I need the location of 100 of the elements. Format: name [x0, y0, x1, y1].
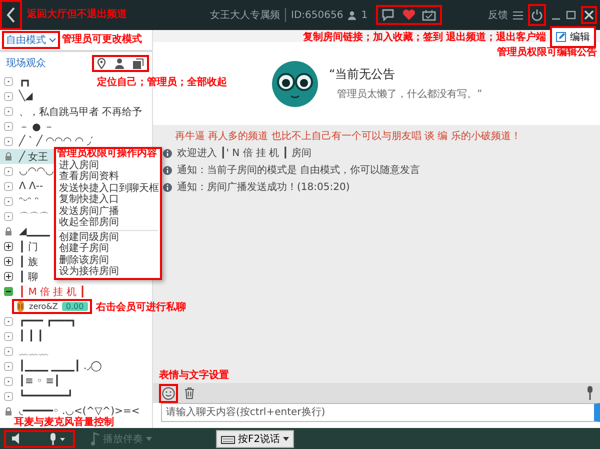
channel-row[interactable]: ┏━━━ ┏━━━┓: [0, 314, 80, 329]
collapse-icon[interactable]: [4, 287, 13, 296]
dot-box-icon[interactable]: [4, 77, 13, 86]
channel-row[interactable]: ᵔᵕᵔ ᵔ: [0, 194, 43, 209]
person-icon: [348, 10, 356, 20]
back-button[interactable]: [0, 0, 22, 30]
edit-button[interactable]: 编辑: [550, 26, 596, 48]
menu-item[interactable]: 发送快捷入口到聊天框: [56, 182, 159, 194]
calendar-check-icon[interactable]: [422, 9, 436, 21]
lock-icon: [4, 227, 13, 236]
channel-row[interactable]: ⌒⌒⌒: [0, 209, 53, 224]
close-icon: [584, 10, 594, 20]
microphone-icon[interactable]: [49, 432, 67, 444]
menu-item[interactable]: 删除该房间: [56, 254, 109, 266]
dot-box-icon[interactable]: [4, 197, 13, 206]
channel-row[interactable]: ┃▁▁▁ ▁▁▁┃ .◞◯: [0, 359, 106, 374]
channel-row[interactable]: ◡◠◠◡: [0, 164, 58, 179]
annotation-label: 管理员可更改模式: [62, 34, 142, 45]
feedback-link[interactable]: 反馈: [488, 8, 508, 22]
chat-input[interactable]: 请输入聊天内容(按ctrl+enter换行): [161, 403, 600, 422]
power-button[interactable]: [528, 4, 546, 26]
channel-row[interactable]: ◢▁▁▁: [0, 224, 54, 239]
close-button[interactable]: [581, 6, 597, 24]
channel-row[interactable]: ┃ 族: [0, 254, 42, 269]
dot-box-icon[interactable]: [4, 212, 13, 221]
menu-item[interactable]: 创建同级房间: [56, 232, 119, 243]
annotation-label: 右击会员可进行私聊: [96, 302, 186, 313]
channel-row[interactable]: ┏┓: [0, 74, 36, 89]
mic-badge-icon: [16, 300, 25, 312]
dot-box-icon[interactable]: [4, 332, 13, 341]
channel-row[interactable]: ╱ ˋ ╱ ◠◠◠ ◠ ◞′: [0, 134, 97, 149]
annotation-label: 退出频道；退出客户端: [446, 32, 546, 43]
channel-row[interactable]: ┗━━━━━━━┛: [0, 389, 78, 404]
mode-dropdown[interactable]: 自由模式: [2, 31, 60, 49]
menu-item[interactable]: 创建子房间: [56, 243, 109, 254]
menu-item[interactable]: 收起全部房间: [56, 217, 119, 228]
dot-box-icon[interactable]: [4, 362, 13, 371]
dot-box-icon[interactable]: [4, 167, 13, 176]
chat-message: 欢迎进入 ┃' N 倍 挂 机 ┃ 房间: [177, 146, 312, 160]
menu-item[interactable]: 发送房间广播: [56, 206, 119, 217]
push-to-talk-button[interactable]: 按F2说话: [216, 430, 294, 448]
announcement-text: 管理员太懒了，什么都没有写。”: [337, 88, 482, 101]
dot-box-icon[interactable]: [4, 182, 13, 191]
keyboard-icon: [221, 434, 235, 444]
annotation-label: 表情与文字设置: [159, 370, 229, 381]
microphone-icon[interactable]: [586, 386, 594, 400]
annotation-label: 返回大厅但不退出频道: [27, 9, 127, 20]
dot-box-icon[interactable]: [4, 92, 13, 101]
channel-row[interactable]: ╲◢: [0, 89, 37, 104]
dot-box-icon[interactable]: [4, 317, 13, 326]
dot-box-icon[interactable]: [4, 107, 13, 116]
trash-icon[interactable]: [184, 387, 195, 399]
channel-row[interactable]: ┃ 门: [0, 239, 42, 254]
member-name: zero&Z: [29, 302, 58, 311]
channel-row[interactable]: ᐱ ᐱ--: [0, 179, 48, 194]
channel-id: ID:650656: [291, 10, 344, 20]
dot-box-icon[interactable]: [4, 392, 13, 401]
annotation-label: 定位自己；管理员；全部收起: [97, 77, 227, 88]
music-note-icon: [91, 432, 100, 446]
maximize-icon[interactable]: [566, 10, 576, 20]
channel-row[interactable]: － ● －: [0, 119, 58, 134]
dot-box-icon[interactable]: [4, 122, 13, 131]
chat-bubble-icon[interactable]: [382, 9, 396, 21]
caret-icon: [49, 38, 56, 42]
power-icon: [531, 8, 543, 22]
annotation-label: 管理员权限可编辑公告: [497, 47, 597, 58]
channel-row[interactable]: ┃ ┃ ┃: [0, 329, 48, 344]
chat-message: 通知：房间广播发送成功！(18:05:20): [177, 180, 350, 194]
expand-icon[interactable]: [4, 242, 13, 251]
channel-name: 女王大人专属频: [210, 8, 280, 22]
expand-icon[interactable]: [4, 257, 13, 266]
person-icon[interactable]: [115, 58, 124, 68]
smiley-icon: [162, 386, 175, 400]
chat-message: 再牛逼 再人多的频道 也比不上自己有一个可以与朋友唱 谈 编 乐的小破频道！: [174, 130, 522, 143]
member-row[interactable]: zero&Z 0.00: [12, 299, 92, 314]
member-badge: 0.00: [62, 302, 88, 311]
dot-box-icon[interactable]: [4, 347, 13, 356]
menu-item[interactable]: 复制快捷入口: [56, 194, 119, 206]
channel-row[interactable]: ┃ M 倍 挂 机 ┃: [0, 284, 90, 299]
collapse-all-icon[interactable]: [133, 58, 144, 68]
dot-box-icon[interactable]: [4, 377, 13, 386]
menu-item[interactable]: 查看房间资料: [56, 171, 119, 182]
channel-row[interactable]: ┃≡ ◦ ≡┃: [0, 374, 64, 389]
menu-item[interactable]: 设为接待房间: [56, 266, 119, 278]
caret-icon: [283, 436, 290, 440]
heart-icon[interactable]: [402, 9, 416, 21]
annotation-label: 复制房间链接；加入收藏；签到: [303, 32, 443, 43]
channel-row[interactable]: ﹏﹏﹏: [0, 344, 53, 359]
edit-icon: [556, 32, 566, 42]
annotation-label: 耳麦与麦克风音量控制: [14, 417, 114, 428]
dot-box-icon[interactable]: [4, 137, 13, 146]
channel-row[interactable]: 、，私自跳马甲者 不再给予: [0, 104, 146, 119]
menu-icon[interactable]: [513, 10, 523, 20]
lock-icon: [4, 407, 13, 416]
emoji-button[interactable]: [159, 384, 178, 402]
lock-icon: [4, 152, 13, 161]
channel-row[interactable]: ┃ 聊: [0, 269, 42, 284]
expand-icon[interactable]: [4, 272, 13, 281]
location-pin-icon[interactable]: [97, 58, 106, 68]
audience-label: 现场观众: [6, 57, 46, 70]
